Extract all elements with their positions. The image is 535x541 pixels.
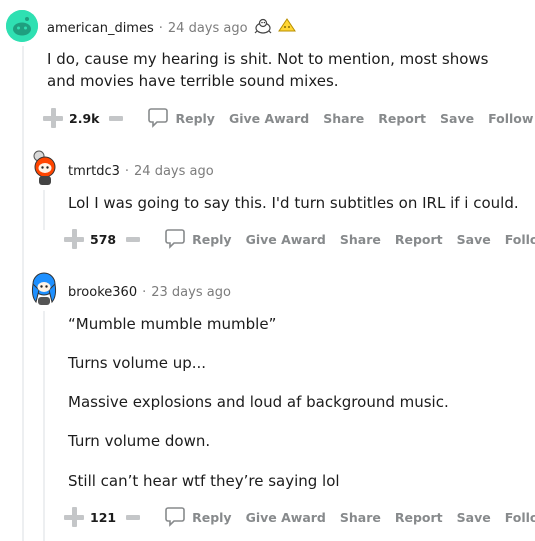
comment-actions: 578 Reply Give Award Share Report Save F…: [63, 227, 535, 251]
comment-text: Lol I was going to say this. I'd turn su…: [68, 194, 519, 212]
upvote-icon[interactable]: [63, 506, 85, 528]
upvote-icon[interactable]: [63, 228, 85, 250]
downvote-icon[interactable]: [126, 236, 141, 242]
timestamp[interactable]: 24 days ago: [134, 164, 214, 179]
save-button[interactable]: Save: [457, 232, 491, 247]
avatar[interactable]: [27, 150, 61, 188]
comment-text: Massive explosions and loud af backgroun…: [68, 393, 449, 411]
comment-body: Lol I was going to say this. I'd turn su…: [68, 192, 523, 214]
meta-separator: ·: [158, 20, 163, 36]
gold-award-icon[interactable]: [277, 18, 296, 38]
comment-actions: 121 Reply Give Award Share Report Save F…: [63, 505, 535, 529]
username[interactable]: brooke360: [68, 285, 137, 300]
follow-button[interactable]: Follow: [488, 111, 533, 126]
comment-meta: tmrtdc3 · 24 days ago: [68, 164, 214, 179]
snoo-avatar-icon: [33, 150, 56, 185]
thread-line[interactable]: [43, 311, 45, 541]
comment-body: I do, cause my hearing is shit. Not to m…: [47, 48, 517, 92]
report-button[interactable]: Report: [395, 510, 443, 525]
thread-line[interactable]: [43, 190, 45, 230]
reply-label: Reply: [192, 509, 232, 525]
snoo-avatar-icon: [6, 10, 38, 42]
meta-separator: ·: [142, 285, 147, 300]
comment-text: Turns volume up...: [68, 354, 207, 372]
comment-meta: american_dimes · 24 days ago: [47, 18, 296, 38]
report-button[interactable]: Report: [395, 232, 443, 247]
reply-label: Reply: [175, 110, 215, 126]
comment-bubble-icon: [147, 106, 169, 131]
comment-text: Turn volume down.: [68, 432, 211, 450]
reply-button[interactable]: Reply: [164, 505, 232, 530]
comment-meta: brooke360 · 23 days ago: [68, 285, 231, 300]
save-button[interactable]: Save: [457, 510, 491, 525]
give-award-button[interactable]: Give Award: [246, 510, 326, 525]
reply-button[interactable]: Reply: [147, 106, 215, 131]
follow-button[interactable]: Follow: [505, 232, 535, 247]
upvote-icon[interactable]: [42, 107, 64, 129]
timestamp[interactable]: 23 days ago: [151, 285, 231, 300]
vote-score: 2.9k: [69, 110, 100, 126]
thread-line[interactable]: [22, 46, 24, 541]
follow-button[interactable]: Follow: [505, 510, 535, 525]
save-button[interactable]: Save: [440, 111, 474, 126]
downvote-icon[interactable]: [126, 514, 141, 520]
snoo-avatar-icon: [31, 272, 57, 305]
comment-text: I do, cause my hearing is shit. Not to m…: [47, 50, 489, 90]
share-button[interactable]: Share: [323, 111, 364, 126]
meta-separator: ·: [124, 164, 130, 179]
username[interactable]: american_dimes: [47, 21, 154, 36]
wholesome-seal-award-icon[interactable]: [254, 18, 272, 38]
share-button[interactable]: Share: [340, 510, 381, 525]
comment-actions: 2.9k Reply Give Award Share Report Save …: [42, 106, 533, 130]
comment-text: “Mumble mumble mumble”: [68, 315, 277, 333]
avatar[interactable]: [6, 10, 38, 42]
give-award-button[interactable]: Give Award: [229, 111, 309, 126]
give-award-button[interactable]: Give Award: [246, 232, 326, 247]
reply-button[interactable]: Reply: [164, 227, 232, 252]
comment-bubble-icon: [164, 505, 186, 530]
comment-body: “Mumble mumble mumble” Turns volume up..…: [68, 313, 523, 492]
avatar[interactable]: [27, 268, 61, 308]
share-button[interactable]: Share: [340, 232, 381, 247]
report-button[interactable]: Report: [378, 111, 426, 126]
downvote-icon[interactable]: [109, 115, 124, 121]
comment-bubble-icon: [164, 227, 186, 252]
timestamp[interactable]: 24 days ago: [168, 21, 248, 36]
comment-text: Still can’t hear wtf they’re saying lol: [68, 472, 340, 490]
reply-label: Reply: [192, 231, 232, 247]
vote-score: 578: [90, 231, 117, 247]
vote-score: 121: [90, 509, 117, 525]
username[interactable]: tmrtdc3: [68, 164, 120, 179]
